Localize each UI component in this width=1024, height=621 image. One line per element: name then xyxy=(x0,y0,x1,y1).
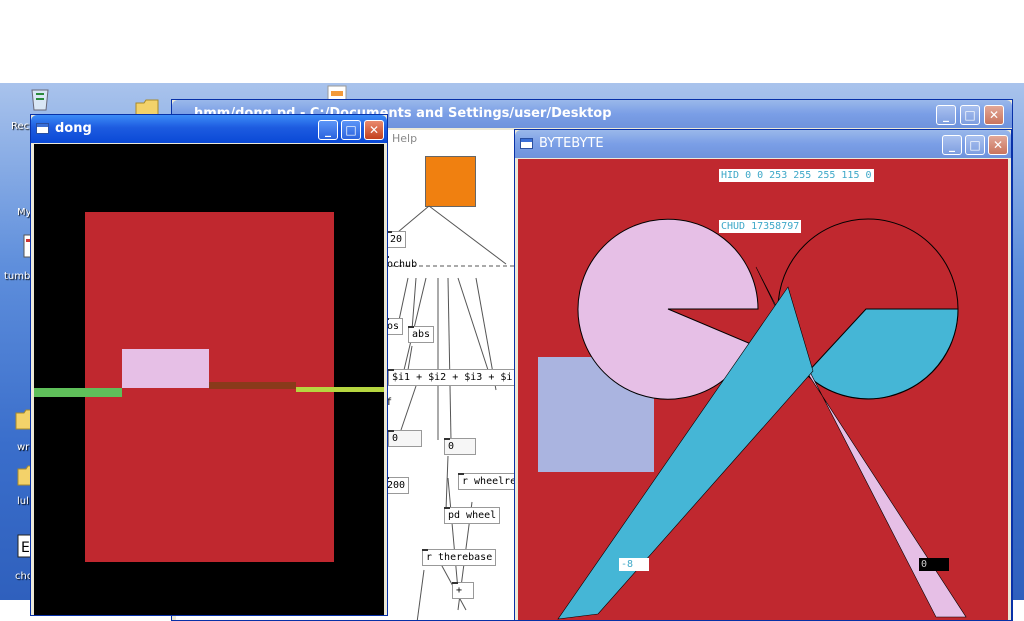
close-button[interactable]: ✕ xyxy=(364,120,384,140)
bytebyte-window[interactable]: BYTEBYTE _ □ ✕ HID 0 0 253 255 255 115 0… xyxy=(514,129,1012,621)
pd-number-box[interactable]: 0 xyxy=(388,430,422,447)
pd-object-ochub[interactable]: ochub xyxy=(382,256,420,274)
minimize-button[interactable]: _ xyxy=(942,135,962,155)
pink-rectangle xyxy=(122,349,209,388)
pd-object-plus[interactable]: + xyxy=(452,582,474,599)
window-icon xyxy=(520,138,533,149)
pd-object-sum[interactable]: $i1 + $i2 + $i3 + $i xyxy=(388,369,517,386)
pd-object-r-therebase[interactable]: r therebase xyxy=(422,549,497,566)
maximize-button[interactable]: □ xyxy=(341,120,361,140)
dong-window[interactable]: dong _ □ ✕ xyxy=(30,114,388,616)
desktop-label-recycle: Rec xyxy=(11,121,30,132)
close-button[interactable]: ✕ xyxy=(988,135,1008,155)
dong-window-title: dong xyxy=(55,121,92,136)
brown-bar xyxy=(209,382,296,389)
svg-text:E: E xyxy=(21,540,30,556)
pd-object-pd-wheel[interactable]: pd wheel xyxy=(444,507,501,524)
minimize-button[interactable]: _ xyxy=(318,120,338,140)
recycle-bin-icon[interactable] xyxy=(27,85,53,111)
minimize-button[interactable]: _ xyxy=(936,105,956,125)
chud-readout: CHUD 17358797 xyxy=(719,220,802,233)
desktop-label-tumbl: tumbl xyxy=(4,271,34,282)
maximize-button[interactable]: □ xyxy=(960,105,980,125)
maximize-button[interactable]: □ xyxy=(965,135,985,155)
pd-object-abs[interactable]: abs xyxy=(408,326,435,343)
close-button[interactable]: ✕ xyxy=(984,105,1004,125)
desktop-label-lul: lul xyxy=(17,496,29,507)
pd-number-box[interactable]: 0 xyxy=(444,438,476,455)
bytebyte-window-title: BYTEBYTE xyxy=(539,136,604,151)
pd-object-20[interactable]: 20 xyxy=(386,231,407,248)
green-bar xyxy=(34,388,122,397)
hid-readout: HID 0 0 253 255 255 115 0 xyxy=(719,169,874,182)
dong-canvas[interactable] xyxy=(34,144,384,615)
desktop-label-wr: wr xyxy=(17,442,30,453)
dark-readout: 0 xyxy=(919,558,949,571)
lime-bar xyxy=(296,387,384,392)
bytebyte-window-titlebar[interactable]: BYTEBYTE _ □ ✕ xyxy=(515,130,1011,158)
window-icon xyxy=(36,123,49,134)
dong-window-titlebar[interactable]: dong _ □ ✕ xyxy=(31,115,387,143)
bytebyte-canvas[interactable]: HID 0 0 253 255 255 115 0 CHUD 17358797 … xyxy=(518,159,1008,620)
small-readout: -8 xyxy=(619,558,649,571)
top-blank-area xyxy=(0,0,1024,83)
